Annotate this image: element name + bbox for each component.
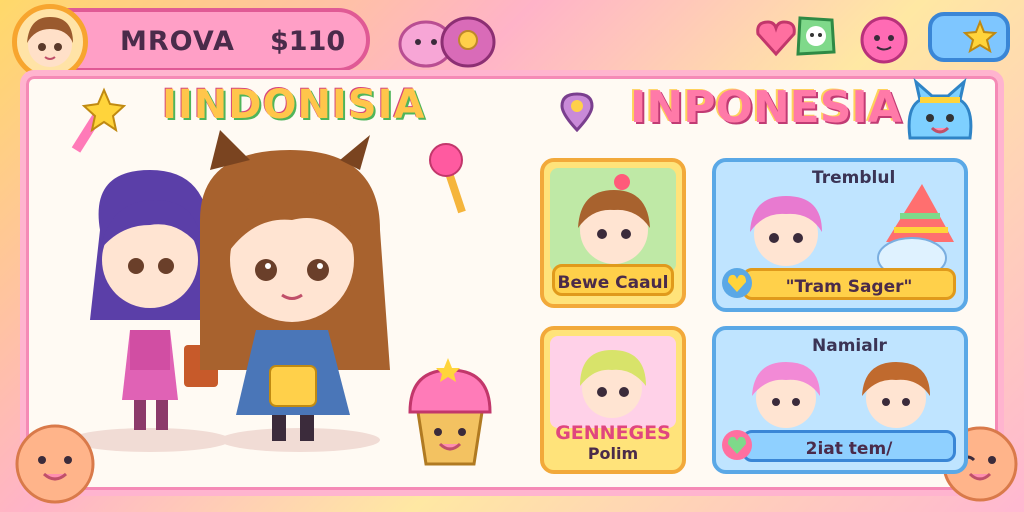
card-3-title: GENNEGES — [555, 422, 671, 444]
heart-badge-icon — [720, 266, 754, 300]
peach-mascot-icon — [10, 416, 100, 506]
card-2-label: "Tram Sager" — [742, 268, 956, 300]
right-title: INPONESIA — [630, 82, 902, 133]
star-wand-icon — [66, 86, 127, 156]
hero-characters — [60, 130, 420, 460]
player-avatar[interactable] — [12, 4, 88, 80]
pink-blob-icon[interactable] — [858, 12, 910, 68]
card-4-label: 2iat tem/ — [742, 430, 956, 462]
location-pin-icon[interactable] — [556, 90, 598, 133]
cat-mascot-icon — [900, 77, 980, 150]
character-card-2[interactable]: Tremblul "Tram Sager" — [712, 158, 968, 312]
heart-badge-icon — [720, 428, 754, 462]
star-button[interactable] — [928, 12, 1010, 62]
character-card-4[interactable]: Namialr 2iat tem/ — [712, 326, 968, 474]
lollipop-icon — [426, 140, 476, 216]
character-card-1[interactable]: Bewe Caaul — [540, 158, 686, 308]
pet-characters-icon — [396, 12, 500, 72]
star-icon — [962, 19, 998, 54]
card-1-label: Bewe Caaul — [552, 264, 674, 296]
card-3-label: Polim — [587, 444, 639, 463]
money-counter: $110 — [270, 26, 346, 57]
cupcake-mascot-icon — [400, 352, 500, 472]
left-title: IINDONISIA — [162, 82, 426, 128]
character-card-3[interactable]: GENNEGES Polim — [540, 326, 686, 474]
ghost-badge-icon[interactable] — [792, 12, 840, 60]
player-name: MROVA — [120, 26, 235, 57]
